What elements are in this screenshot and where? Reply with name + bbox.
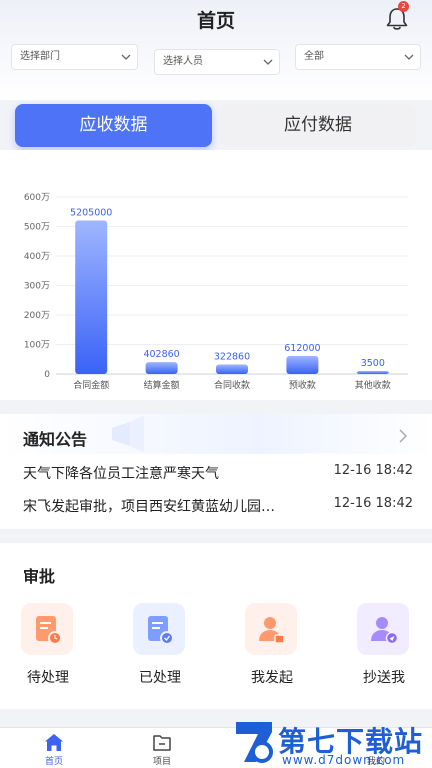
notification-badge: 2 — [398, 1, 409, 12]
department-select[interactable]: 选择部门 — [11, 44, 138, 70]
chevron-right-icon[interactable] — [398, 429, 408, 443]
department-select-value: 选择部门 — [20, 51, 60, 62]
chart-bar[interactable] — [286, 355, 319, 374]
y-tick-label: 100万 — [24, 341, 50, 351]
nav-home[interactable]: 首页 — [24, 730, 84, 768]
x-tick-label: 结算金额 — [144, 379, 180, 391]
bar-value-label: 402860 — [143, 349, 179, 360]
chart-bar[interactable] — [356, 371, 389, 374]
page-title: 首页 — [196, 10, 235, 32]
person-select-value: 选择人员 — [163, 56, 203, 67]
approval-pending-label: 待处理 — [27, 670, 69, 686]
notice-item-time: 12-16 18:42 — [333, 496, 413, 511]
approval-processed-label: 已处理 — [139, 670, 181, 686]
bar-value-label: 3500 — [361, 358, 385, 369]
approval-pending[interactable]: 待处理 — [8, 603, 88, 698]
approval-processed[interactable]: 已处理 — [120, 603, 200, 698]
nav-home-label: 首页 — [44, 757, 63, 767]
notice-item-text: 宋飞发起审批，项目西安红黄蓝幼儿园… — [23, 499, 275, 515]
chevron-down-icon — [404, 54, 414, 60]
nav-project-label: 项目 — [152, 757, 171, 767]
nav-project[interactable]: 项目 — [132, 730, 192, 768]
y-tick-label: 300万 — [24, 282, 50, 292]
approval-title: 审批 — [23, 567, 56, 586]
x-tick-label: 其他收款 — [355, 379, 391, 391]
watermark-url: www.d7down.com — [282, 753, 406, 767]
chevron-down-icon — [121, 54, 131, 60]
approval-initiated-label: 我发起 — [251, 670, 293, 686]
header: 首页 2 选择部门 选择人员 全部 — [0, 0, 432, 100]
y-tick-label: 600万 — [24, 193, 50, 203]
chart-bar[interactable] — [216, 364, 248, 374]
x-tick-label: 合同金额 — [73, 379, 109, 391]
watermark-logo-icon — [236, 722, 273, 763]
folder-icon — [153, 735, 171, 751]
y-tick-label: 0 — [44, 370, 50, 380]
pending-doc-icon — [21, 603, 73, 655]
notice-item-text: 天气下降各位员工注意严寒天气 — [23, 466, 219, 482]
notice-section: 通知公告 天气下降各位员工注意严寒天气 12-16 18:42 宋飞发起审批，项… — [0, 414, 432, 529]
approval-section: 审批 待处理 已处理 我发起 抄送我 — [0, 543, 432, 709]
person-select[interactable]: 选择人员 — [154, 49, 280, 75]
x-tick-label: 合同收款 — [214, 379, 250, 391]
bar-chart: 0 100万 200万 300万 400万 500万 600万 5205000 合同金额 4028… — [24, 193, 408, 391]
bar-value-label: 5205000 — [70, 207, 112, 218]
scope-select-value: 全部 — [304, 51, 324, 62]
receivable-chart: 0 100万 200万 300万 400万 500万 600万 5205000 合同金额 4028… — [0, 150, 432, 400]
notice-title: 通知公告 — [23, 430, 88, 449]
scope-select[interactable]: 全部 — [295, 44, 421, 70]
site-watermark: 第七下载站 www.d7down.com — [232, 716, 432, 768]
initiator-user-icon — [245, 603, 297, 655]
approval-cc-label: 抄送我 — [363, 670, 405, 686]
y-tick-label: 200万 — [24, 311, 50, 321]
processed-doc-icon — [133, 603, 185, 655]
megaphone-icon — [112, 416, 144, 452]
chart-bar[interactable] — [145, 362, 178, 374]
y-tick-label: 500万 — [24, 223, 50, 233]
bar-value-label: 612000 — [284, 343, 320, 354]
page: 首页 2 选择部门 选择人员 全部 应收数据 应付数据 0 100万 200万 … — [0, 0, 432, 768]
x-tick-label: 预收款 — [289, 379, 316, 391]
notice-item-time: 12-16 18:42 — [333, 463, 413, 478]
chart-bar[interactable] — [75, 220, 108, 374]
bar-value-label: 322860 — [214, 351, 250, 362]
chevron-down-icon — [263, 59, 273, 65]
tab-payable[interactable]: 应付数据 — [220, 104, 416, 147]
cc-user-icon — [357, 603, 409, 655]
approval-cc[interactable]: 抄送我 — [344, 603, 424, 698]
home-icon — [45, 734, 63, 751]
tab-receivable[interactable]: 应收数据 — [15, 104, 212, 147]
y-tick-label: 400万 — [24, 252, 50, 262]
approval-initiated[interactable]: 我发起 — [232, 603, 312, 698]
